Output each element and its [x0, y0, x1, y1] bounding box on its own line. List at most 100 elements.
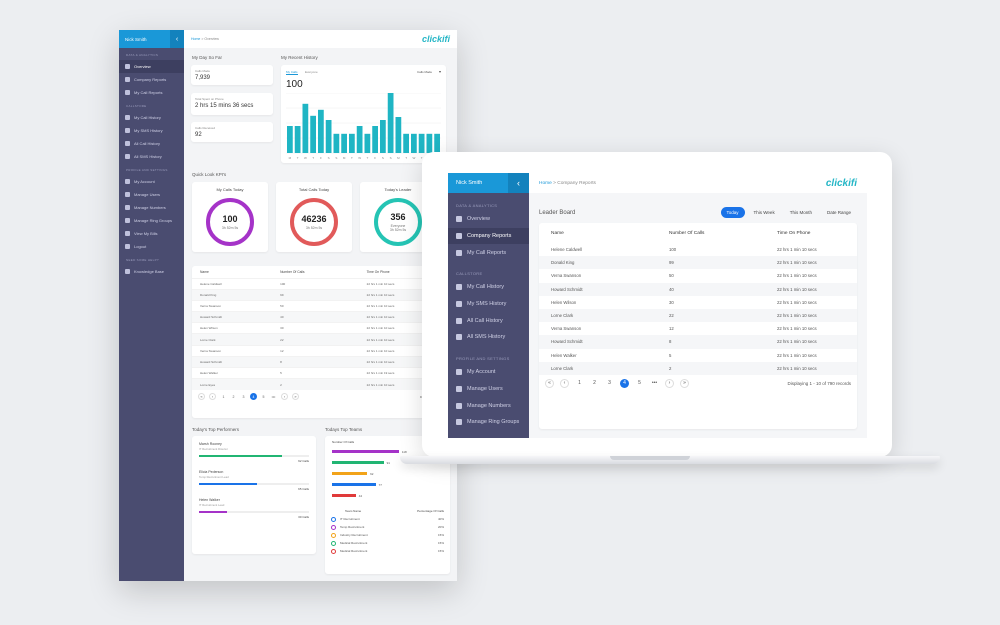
table-cell: 22 hrs 1 min 10 secs: [777, 299, 817, 305]
history-filter[interactable]: Calls Made: [417, 70, 432, 74]
first-page-icon[interactable]: «: [545, 378, 554, 388]
users-icon: [125, 192, 130, 197]
table-row[interactable]: Helene Caldwell 100 22 hrs 1 min 10 secs: [192, 277, 454, 290]
prev-page-icon[interactable]: ‹: [560, 378, 569, 388]
sidebar-item-company-reports[interactable]: Company Reports: [448, 227, 529, 245]
page-number[interactable]: 5: [635, 379, 644, 388]
table-row[interactable]: Lorne Clark 22 22 hrs 1 min 10 secs: [539, 308, 857, 323]
sidebar-item-overview[interactable]: Overview: [448, 211, 529, 228]
sidebar-item-label: View My Bills: [134, 231, 158, 236]
table-row[interactable]: Helen Walker 5 22 hrs 1 min 19 secs: [192, 366, 454, 379]
page-number[interactable]: 5: [260, 393, 267, 400]
kpi-ring: 356 Everyone 3h 52m 5s: [374, 198, 422, 246]
breadcrumb-home[interactable]: Home: [539, 181, 552, 186]
page-number[interactable]: 1: [220, 393, 227, 400]
sidebar-item-my-sms-history[interactable]: My SMS History: [448, 296, 529, 313]
chevron-left-icon[interactable]: ‹: [170, 30, 184, 48]
history-tick-label: W: [358, 156, 361, 160]
chevron-down-icon[interactable]: ▾: [439, 69, 441, 74]
tab-this-week[interactable]: This Week: [748, 207, 781, 218]
sidebar-item-my-account[interactable]: My Account: [119, 175, 184, 188]
sidebar-item-logout[interactable]: Logout: [119, 240, 184, 253]
prev-page-icon[interactable]: ‹: [209, 393, 216, 401]
sidebar-item-label: My Call History: [134, 115, 161, 120]
sidebar-item-my-account[interactable]: My Account: [448, 364, 529, 381]
page-number[interactable]: 4: [250, 393, 257, 401]
table-row[interactable]: Helen Wilson 30 22 hrs 1 min 10 secs: [539, 296, 857, 309]
table-row[interactable]: Helene Caldwell 100 22 hrs 1 min 10 secs: [539, 243, 857, 256]
col-calls[interactable]: Number Of Calls: [272, 266, 358, 278]
sidebar-item-all-call-history[interactable]: All Call History: [119, 137, 184, 150]
table-row[interactable]: Verna Swanson 12 22 hrs 1 min 10 secs: [192, 344, 454, 357]
sidebar-item-my-sms-history[interactable]: My SMS History: [119, 124, 184, 137]
team-bar-row: 62: [325, 468, 450, 479]
sidebar-item-my-call-reports[interactable]: My Call Reports: [119, 86, 184, 99]
col-calls[interactable]: Number Of Calls: [657, 223, 765, 243]
table-row[interactable]: Verna Swanson 50 22 hrs 1 min 10 secs: [539, 269, 857, 282]
col-name[interactable]: Name: [192, 266, 272, 278]
sidebar-item-my-call-history[interactable]: My Call History: [119, 111, 184, 124]
history-tick-label: S: [382, 156, 384, 160]
last-page-icon[interactable]: »: [292, 393, 299, 401]
table-row[interactable]: Howard Schmidt 8 22 hrs 1 min 10 secs: [539, 335, 857, 349]
page-number[interactable]: •••: [650, 379, 659, 388]
sidebar-item-all-call-history[interactable]: All Call History: [448, 312, 529, 329]
tab-everyone[interactable]: Everyone: [305, 70, 318, 74]
breadcrumb-home[interactable]: Home: [191, 37, 200, 41]
sidebar-item-label: Manage Users: [467, 385, 503, 392]
table-cell: Lorne Clark: [192, 333, 273, 346]
next-page-icon[interactable]: ›: [665, 378, 674, 388]
sidebar-item-manage-ring-groups[interactable]: Manage Ring Groups: [448, 414, 529, 431]
tab-this-month[interactable]: This Month: [784, 207, 818, 218]
table-row[interactable]: Helen Walker 5 22 hrs 1 min 10 secs: [539, 349, 857, 362]
sidebar-item-all-sms-history[interactable]: All SMS History: [119, 150, 184, 163]
col-time[interactable]: Time On Phone: [765, 223, 857, 243]
last-page-icon[interactable]: »: [680, 378, 689, 388]
tab-my-calls[interactable]: My Calls: [286, 70, 298, 75]
tab-date-range[interactable]: Date Range: [821, 207, 857, 218]
page-number[interactable]: 1: [575, 379, 584, 388]
table-cell: Donald King: [539, 256, 657, 270]
table-row[interactable]: Howard Schmidt 40 22 hrs 1 min 10 secs: [192, 311, 454, 323]
page-number[interactable]: 3: [605, 379, 614, 388]
table-row[interactable]: Donald King 99 22 hrs 1 min 10 secs: [192, 288, 454, 301]
sidebar-item-knowledge-base[interactable]: Knowledge Base: [119, 265, 184, 278]
table-row[interactable]: Lorne Eyes 2 22 hrs 1 min 10 secs: [192, 378, 454, 390]
table-row[interactable]: Helen Wilson 30 22 hrs 1 min 10 secs: [192, 322, 454, 334]
sidebar-item-overview[interactable]: Overview: [119, 60, 184, 73]
next-page-icon[interactable]: ›: [281, 393, 288, 401]
sidebar-item-label: My SMS History: [134, 128, 163, 133]
legend-item: Industry Recruitment 15%: [325, 531, 450, 539]
sidebar-item-company-reports[interactable]: Company Reports: [119, 73, 184, 86]
table-row[interactable]: Lorne Clark 22 22 hrs 1 min 10 secs: [192, 333, 454, 346]
sidebar-item-my-call-reports[interactable]: My Call Reports: [448, 244, 529, 261]
table-row[interactable]: Verna Swanson 50 22 hrs 1 min 10 secs: [192, 299, 454, 312]
first-page-icon[interactable]: «: [198, 393, 205, 401]
table-cell: 8: [272, 355, 359, 368]
sidebar-item-manage-users[interactable]: Manage Users: [448, 381, 529, 398]
history-tick-label: S: [328, 156, 330, 160]
sidebar-item-manage-ring-groups[interactable]: Manage Ring Groups: [119, 214, 184, 227]
sidebar-item-manage-numbers[interactable]: Manage Numbers: [448, 397, 529, 414]
table-row[interactable]: Donald King 99 22 hrs 1 min 10 secs: [539, 256, 857, 270]
laptop-notch: [610, 456, 690, 460]
sidebar-item-my-call-history[interactable]: My Call History: [448, 279, 529, 296]
page-number[interactable]: 3: [240, 393, 247, 400]
sidebar-item-all-sms-history[interactable]: All SMS History: [448, 329, 529, 346]
breadcrumb: Home > Overview: [191, 37, 219, 41]
col-name[interactable]: Name: [539, 223, 657, 243]
chevron-left-icon[interactable]: ‹: [508, 173, 529, 193]
page-number[interactable]: 2: [590, 379, 599, 388]
table-row[interactable]: Howard Schmidt 40 22 hrs 1 min 10 secs: [539, 282, 857, 296]
table-row[interactable]: Lorne Clark 2 22 hrs 1 min 10 secs: [539, 361, 857, 375]
page-number[interactable]: 2: [230, 393, 237, 400]
sidebar-item-manage-numbers[interactable]: Manage Numbers: [119, 201, 184, 214]
sidebar-item-view-my-bills[interactable]: View My Bills: [119, 227, 184, 240]
tab-today[interactable]: Today: [720, 207, 745, 218]
table-cell: 22 hrs 1 min 10 secs: [777, 352, 817, 358]
table-row[interactable]: Verna Swanson 12 22 hrs 1 min 10 secs: [539, 322, 857, 335]
page-number[interactable]: •••: [270, 393, 277, 400]
table-row[interactable]: Howard Schmidt 8 22 hrs 1 min 10 secs: [192, 355, 454, 368]
sidebar-item-manage-users[interactable]: Manage Users: [119, 188, 184, 201]
page-number[interactable]: 4: [620, 378, 629, 388]
